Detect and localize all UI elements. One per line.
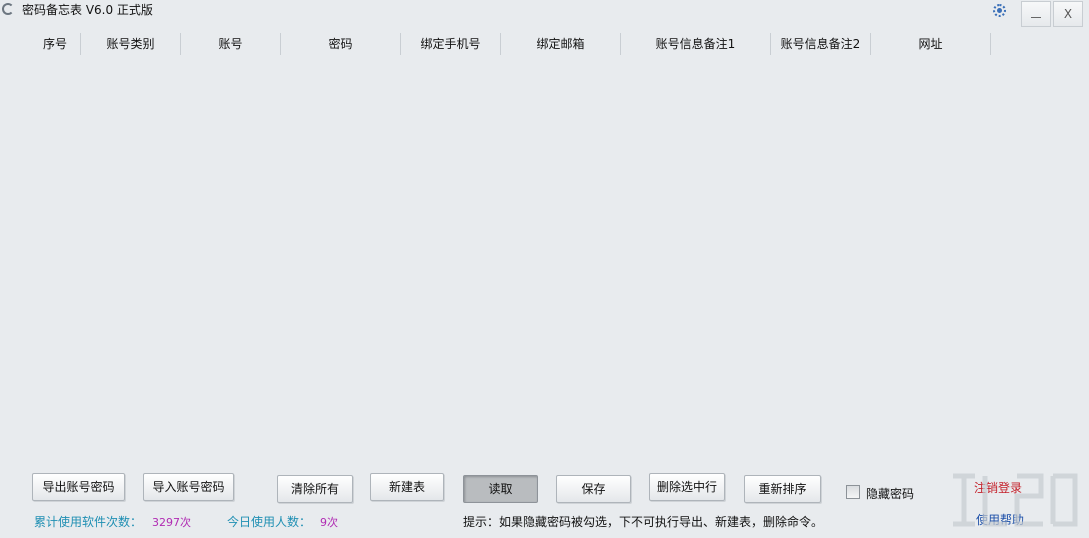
total-usage-value: 3297次 [152,516,191,529]
column-header-phone[interactable]: 绑定手机号 [401,30,500,58]
column-divider [990,33,991,55]
settings-icon[interactable] [993,4,1006,17]
column-header-email[interactable]: 绑定邮箱 [501,30,620,58]
window-title: 密码备忘表 V6.0 正式版 [22,3,153,17]
delete-selected-row-button[interactable]: 删除选中行 [649,473,725,501]
today-users-label: 今日使用人数： [227,515,312,529]
read-button[interactable]: 读取 [463,475,538,503]
close-icon: X [1063,7,1073,21]
resort-button[interactable]: 重新排序 [744,475,821,503]
column-header-password[interactable]: 密码 [281,30,400,58]
today-users-value: 9次 [320,516,338,529]
save-button[interactable]: 保存 [556,475,631,503]
app-icon [2,3,14,15]
column-header-index[interactable]: 序号 [30,30,80,58]
column-header-note-1[interactable]: 账号信息备注1 [621,30,770,58]
column-header-note-2[interactable]: 账号信息备注2 [771,30,870,58]
hide-password-label: 隐藏密码 [866,487,915,501]
total-usage-label: 累计使用软件次数： [34,515,143,529]
minimize-icon [1031,17,1041,18]
new-table-button[interactable]: 新建表 [370,473,444,501]
table-body[interactable] [0,58,1089,468]
column-header-url[interactable]: 网址 [871,30,990,58]
column-header-account[interactable]: 账号 [181,30,280,58]
logout-link[interactable]: 注销登录 [974,479,1022,496]
checkbox-box[interactable] [846,485,860,499]
help-link[interactable]: 使用帮助 [976,511,1024,528]
clear-all-button[interactable]: 清除所有 [277,475,353,503]
title-bar: 密码备忘表 V6.0 正式版 X [0,0,1089,27]
minimize-button[interactable] [1021,1,1051,27]
table-header: 序号 账号类别 账号 密码 绑定手机号 绑定邮箱 账号信息备注1 账号信息备注2… [0,30,1089,58]
column-header-account-type[interactable]: 账号类别 [81,30,180,58]
hint-text: 提示：如果隐藏密码被勾选，下不可执行导出、新建表，删除命令。 [463,515,824,529]
export-accounts-button[interactable]: 导出账号密码 [32,473,125,501]
close-button[interactable]: X [1053,1,1083,27]
import-accounts-button[interactable]: 导入账号密码 [143,473,234,501]
